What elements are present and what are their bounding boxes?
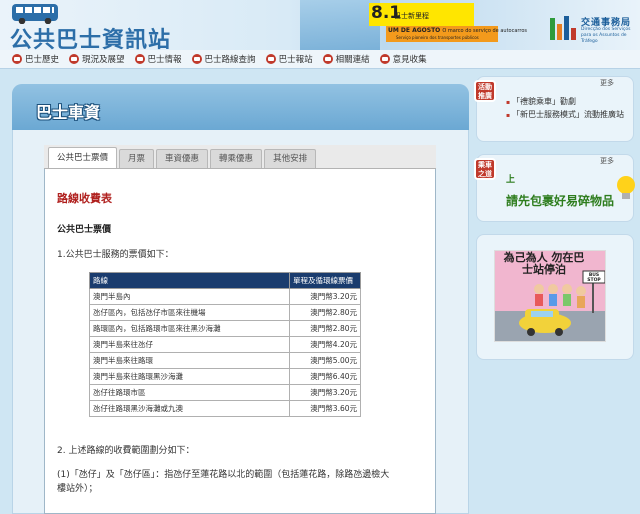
fare-cell: 澳門幣3.20元 (289, 288, 361, 305)
table-row: 氹仔往路環市區 澳門幣3.20元 (89, 384, 361, 401)
fare-cell: 澳門幣2.80元 (289, 320, 361, 337)
promo-orange-desc: O marco do serviço de autocarros (442, 28, 527, 34)
fare-cell: 澳門幣5.00元 (289, 352, 361, 369)
promo-orange-title: UM DE AGOSTO O marco do serviço de autoc… (388, 27, 527, 34)
section-title: 路線收費表 (57, 192, 112, 205)
table-row: 氹仔往路環黑沙海灘或九澳 澳門幣3.60元 (89, 400, 361, 417)
nav-item-status[interactable]: 現況及展望 (69, 53, 125, 65)
nav-item-links[interactable]: 相關連結 (322, 53, 370, 65)
table-row: 路環區內，包括路環市區來往黑沙海灘 澳門幣2.80元 (89, 320, 361, 337)
nav-item-bus-info[interactable]: 巴士情報 (134, 53, 182, 65)
bus-icon (265, 54, 276, 64)
promo-orange-title-text: UM DE AGOSTO (388, 27, 441, 34)
route-cell: 氹仔往路環黑沙海灘或九澳 (89, 400, 290, 417)
lightbulb-icon (617, 176, 635, 199)
nav-item-feedback[interactable]: 意見收集 (379, 53, 427, 65)
list-item[interactable]: 「新巴士服務模式」流動推廣站 (506, 109, 624, 122)
column-header-fare: 單程及循環線票價 (289, 272, 361, 289)
fare-cell: 澳門幣2.80元 (289, 304, 361, 321)
table-row: 澳門半島來往氹仔 澳門幣4.20元 (89, 336, 361, 353)
route-cell: 路環區內，包括路環市區來往黑沙海灘 (89, 320, 290, 337)
tab-monthly-pass[interactable]: 月票 (119, 149, 155, 168)
fare-cell: 澳門幣4.20元 (289, 336, 361, 353)
nav-label: 巴士歷史 (25, 55, 60, 65)
more-link[interactable]: 更多 (600, 156, 614, 166)
promo-label: 巴士新里程 (394, 12, 429, 20)
bus-icon (69, 54, 80, 64)
route-cell: 氹仔往路環市區 (89, 384, 290, 401)
sub-title: 公共巴士票價 (57, 225, 112, 235)
main-nav: 巴士歷史 現況及展望 巴士情報 巴士路線查詢 巴士報站 相關連結 意見收集 (0, 50, 640, 69)
paragraph-2: 2. 上述路線的收費範圍劃分如下： (57, 446, 195, 456)
route-cell: 氹仔區內，包括氹仔市區來往機場 (89, 304, 290, 321)
header-banner-graphic (300, 0, 380, 50)
nav-item-stop-announce[interactable]: 巴士報站 (265, 53, 313, 65)
fare-table: 路線 單程及循環線票價 澳門半島內 澳門幣3.20元 氹仔區內，包括氹仔市區來往機… (89, 272, 361, 417)
table-row: 澳門半島內 澳門幣3.20元 (89, 288, 361, 305)
route-cell: 澳門半島來往氹仔 (89, 336, 290, 353)
route-cell: 澳門半島來往路環黑沙海灘 (89, 368, 290, 385)
poster-illustration (495, 270, 605, 341)
agency-sub: Direcção dos Serviços para os Assuntos d… (581, 27, 631, 44)
activity-list: 「禮貌乘車」勸劇 「新巴士服務模式」流動推廣站 (506, 96, 624, 122)
table-row: 澳門半島來往路環 澳門幣5.00元 (89, 352, 361, 369)
promo-activities-badge: 活動推廣 (474, 80, 496, 102)
fare-cell: 澳門幣3.20元 (289, 384, 361, 401)
fare-cell: 澳門幣6.40元 (289, 368, 361, 385)
riding-tips-badge: 乘車之道 (474, 158, 496, 180)
bus-icon (191, 54, 202, 64)
list-item[interactable]: 「禮貌乘車」勸劇 (506, 96, 624, 109)
nav-item-bus-history[interactable]: 巴士歷史 (12, 53, 59, 65)
table-row: 澳門半島來往路環黑沙海灘 澳門幣6.40元 (89, 368, 361, 385)
slogan: 請先包裹好易碎物品 (506, 194, 615, 208)
table-header-row: 路線 單程及循環線票價 (89, 272, 361, 289)
poster-image[interactable]: 為己為人 勿在巴士站停泊 BUS STOP (494, 250, 606, 342)
bus-logo-icon (12, 4, 58, 24)
nav-label: 意見收集 (392, 55, 427, 65)
nav-label: 巴士報站 (278, 55, 313, 65)
fare-tabs: 公共巴士票價 月票 車資優惠 轉乘優惠 其他安排 (44, 145, 436, 169)
nav-label: 現況及展望 (82, 55, 125, 65)
nav-label: 相關連結 (335, 55, 370, 65)
bus-icon (134, 54, 145, 64)
bus-icon (322, 54, 333, 64)
fare-cell: 澳門幣3.60元 (289, 400, 361, 417)
nav-item-route-search[interactable]: 巴士路線查詢 (191, 53, 256, 65)
bus-icon (12, 54, 22, 64)
tab-other[interactable]: 其他安排 (264, 149, 317, 168)
tab-transfer-discount[interactable]: 轉乘優惠 (210, 149, 263, 168)
nav-label: 巴士情報 (147, 55, 182, 65)
bus-icon (379, 54, 390, 64)
route-cell: 澳門半島來往路環 (89, 352, 290, 369)
page-title: 巴士車資 (36, 103, 101, 122)
paragraph-3-line1: (1)「氹仔」及「氹仔區」：指氹仔至蓮花路以北的範圍（包括蓮花路，除路氹邊檢大 (57, 470, 390, 480)
tab-fare-discount[interactable]: 車資優惠 (156, 149, 209, 168)
dsat-logo-icon (550, 16, 576, 40)
promo-orange-sub: Serviço pioneiro dos transportes público… (396, 35, 479, 40)
route-cell: 澳門半島內 (89, 288, 290, 305)
bus-stop-sign: BUS STOP (587, 273, 601, 283)
slogan-top: 上 (506, 175, 516, 185)
paragraph-3-line2: 樓站外）； (57, 484, 98, 494)
nav-label: 巴士路線查詢 (204, 55, 256, 65)
column-header-route: 路線 (89, 272, 290, 289)
intro-text: 1.公共巴士服務的票價如下： (57, 250, 174, 260)
tab-bus-fare[interactable]: 公共巴士票價 (48, 147, 118, 168)
more-link[interactable]: 更多 (600, 78, 614, 88)
table-row: 氹仔區內，包括氹仔市區來往機場 澳門幣2.80元 (89, 304, 361, 321)
